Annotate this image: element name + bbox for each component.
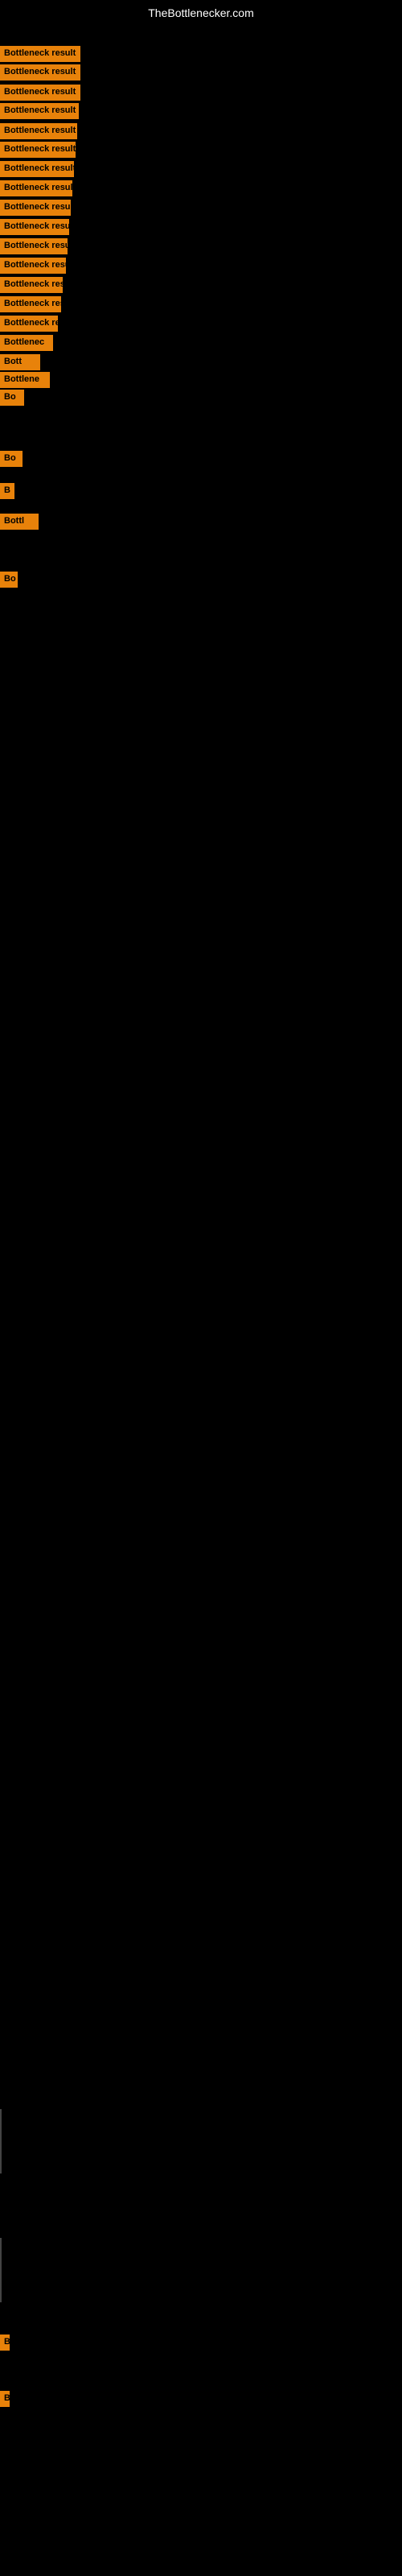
bottleneck-badge-5: Bottleneck result [0,142,76,158]
bottleneck-badge-25: B [0,2334,10,2351]
bottleneck-badge-6: Bottleneck result [0,161,74,177]
bottleneck-badge-18: Bo [0,390,24,406]
bottleneck-badge-15: Bottlenec [0,335,53,351]
bottleneck-badge-14: Bottleneck re [0,316,58,332]
bottleneck-badge-0: Bottleneck result [0,46,80,62]
bottleneck-badge-11: Bottleneck resu [0,258,66,274]
bottleneck-badge-17: Bottlene [0,372,50,388]
bottleneck-badge-2: Bottleneck result [0,85,80,101]
bottleneck-badge-4: Bottleneck result [0,123,77,139]
bottleneck-badge-13: Bottleneck res [0,296,61,312]
vertical-line-24 [0,2238,2,2302]
bottleneck-badge-20: B [0,483,14,499]
bottleneck-badge-1: Bottleneck result [0,64,80,80]
bottleneck-badge-8: Bottleneck result [0,200,71,216]
bottleneck-badge-26: B [0,2391,10,2407]
bottleneck-badge-3: Bottleneck result [0,103,79,119]
bottleneck-badge-9: Bottleneck result [0,219,69,235]
site-title: TheBottlenecker.com [0,6,402,19]
bottleneck-badge-19: Bo [0,451,23,467]
bottleneck-badge-12: Bottleneck res [0,277,63,293]
bottleneck-badge-22: Bo [0,572,18,588]
bottleneck-badge-21: Bottl [0,514,39,530]
vertical-line-23 [0,2109,2,2174]
bottleneck-badge-16: Bott [0,354,40,370]
bottleneck-badge-10: Bottleneck result [0,238,68,254]
bottleneck-badge-7: Bottleneck result [0,180,72,196]
